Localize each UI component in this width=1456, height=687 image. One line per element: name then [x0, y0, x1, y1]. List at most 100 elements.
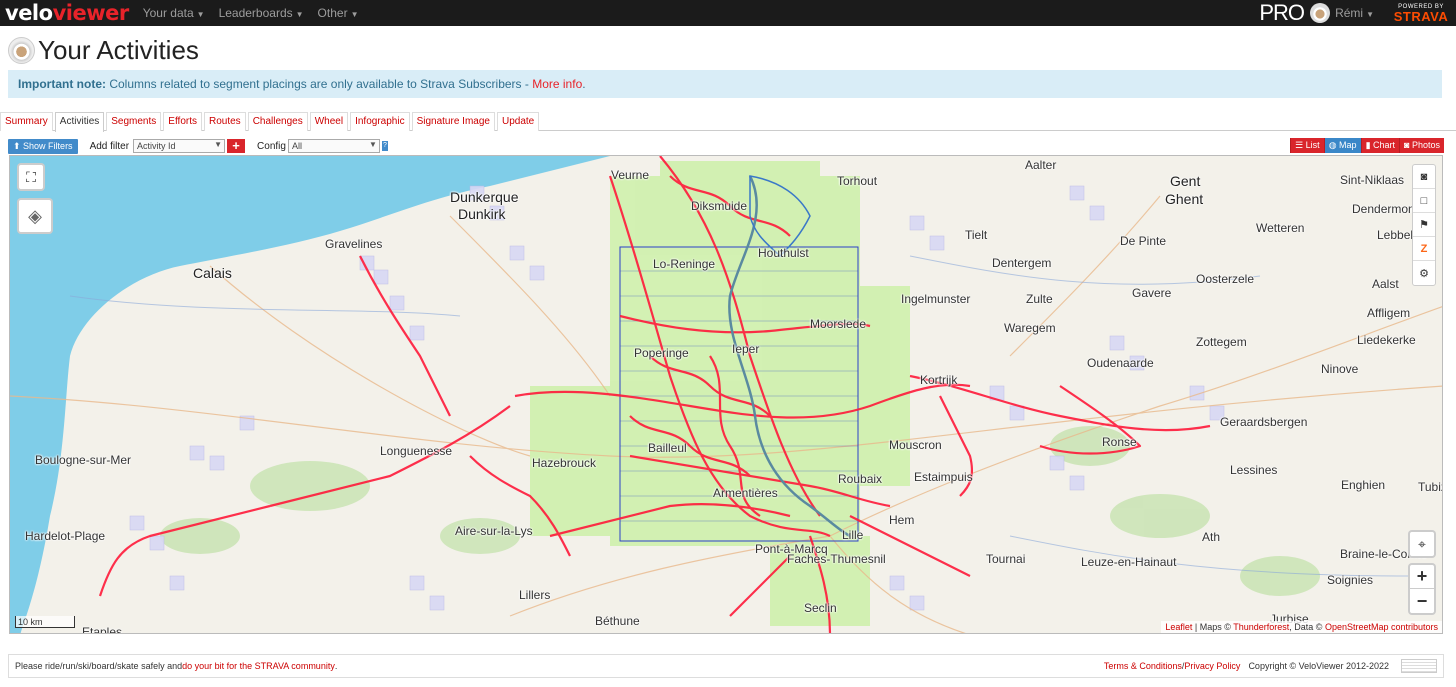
place-label: Diksmuide [691, 199, 748, 213]
settings-button[interactable]: ⚙ [1413, 261, 1435, 285]
place-label: Calais [193, 265, 232, 281]
place-label: De Pinte [1120, 234, 1167, 248]
place-label: Veurne [611, 168, 650, 182]
page-title: Your Activities [38, 35, 199, 65]
tab-challenges[interactable]: Challenges [247, 112, 308, 131]
tab-summary[interactable]: Summary [0, 112, 53, 131]
place-label: Oudenaarde [1087, 356, 1154, 370]
layers-button[interactable]: ◈ [17, 198, 53, 234]
tab-activities[interactable]: Activities [54, 112, 105, 132]
camera-icon: ◙ [1404, 140, 1412, 150]
place-label: Soignies [1327, 573, 1374, 587]
chevron-down-icon: ▼ [1366, 10, 1374, 19]
place-label: Gravelines [325, 237, 383, 251]
place-label: Ghent [1165, 191, 1204, 207]
thunderforest-link[interactable]: Thunderforest [1233, 622, 1289, 632]
veloviewer-logo[interactable]: veloviewer [5, 0, 129, 26]
locate-icon: ⌖ [1418, 535, 1426, 552]
layers-icon: ◈ [28, 205, 42, 226]
privacy-link[interactable]: Privacy Policy [1184, 661, 1240, 671]
place-label: Béthune [595, 614, 640, 628]
view-switcher: ☰ List ◍ Map ▮ Chart ◙ Photos [1290, 138, 1444, 153]
tab-wheel[interactable]: Wheel [309, 112, 349, 131]
add-filter-select[interactable]: Activity Id ▼ [133, 139, 226, 153]
leaflet-link[interactable]: Leaflet [1165, 622, 1192, 632]
place-label: Boulogne-sur-Mer [35, 453, 132, 467]
gear-icon: ⚙ [1419, 267, 1429, 280]
page-footer: Please ride/run/ski/board/skate safely a… [8, 654, 1444, 678]
tab-signature-image[interactable]: Signature Image [411, 112, 495, 131]
add-filter-label: Add filter [89, 140, 130, 152]
place-label: Aire-sur-la-Lys [455, 524, 533, 538]
user-avatar[interactable] [1310, 3, 1331, 23]
place-label: Etaples [82, 625, 123, 634]
top-navbar: veloviewer Your data ▼ Leaderboards ▼ Othe… [0, 0, 1456, 26]
screenshot-button[interactable]: ◙ [1413, 165, 1435, 189]
important-note: Important note: Columns related to segme… [8, 70, 1442, 98]
osm-link[interactable]: OpenStreetMap contributors [1325, 622, 1438, 632]
view-chart-button[interactable]: ▮ Chart [1360, 138, 1400, 153]
bar-chart-icon: ▮ [1365, 140, 1374, 150]
avatar [8, 37, 35, 64]
page-header: Your Activities [8, 35, 199, 66]
map-scale: 10 km [15, 616, 75, 628]
place-label: Tubize [1418, 480, 1442, 494]
config-select[interactable]: All ▼ [287, 139, 380, 153]
place-label: Tielt [965, 228, 988, 242]
show-filters-button[interactable]: ⬆ Show Filters [8, 138, 78, 154]
view-map-button[interactable]: ◍ Map [1323, 138, 1361, 153]
square-button[interactable]: □ [1413, 189, 1435, 213]
activity-map[interactable]: Aalter Veurne Torhout Gent Ghent Sint-Ni… [9, 155, 1443, 634]
place-label: Lessines [1230, 463, 1278, 477]
place-label: Wetteren [1256, 221, 1305, 235]
place-label: Ieper [732, 342, 760, 356]
tab-efforts[interactable]: Efforts [163, 112, 202, 131]
place-label: Hazebrouck [532, 456, 597, 470]
place-label: Hem [889, 513, 915, 527]
strava-community-link[interactable]: do your bit for the STRAVA community [182, 661, 335, 671]
powered-by-strava[interactable]: POWERED BY STRAVA [1392, 4, 1450, 23]
tab-routes[interactable]: Routes [204, 112, 246, 131]
place-label: Houthulst [758, 246, 809, 260]
place-label: Waregem [1004, 321, 1056, 335]
tab-segments[interactable]: Segments [106, 112, 162, 131]
globe-icon: ◍ [1328, 140, 1340, 150]
place-label: Oosterzele [1196, 272, 1255, 286]
nav-leaderboards[interactable]: Leaderboards ▼ [219, 6, 304, 20]
fullscreen-icon: ⛶ [26, 168, 36, 185]
add-filter-button[interactable]: + [227, 139, 246, 153]
locate-button[interactable]: ⌖ [1408, 530, 1436, 558]
place-label: Seclin [804, 601, 837, 615]
zoom-out-button[interactable]: − [1410, 589, 1434, 614]
place-label: Mouscron [889, 438, 942, 452]
help-button[interactable]: ? [381, 141, 388, 151]
view-photos-button[interactable]: ◙ Photos [1399, 138, 1444, 153]
place-label: Moorslede [810, 317, 867, 331]
map-attribution: Leaflet | Maps © Thunderforest, Data © O… [1161, 621, 1442, 633]
place-label: Roubaix [838, 472, 883, 486]
user-menu[interactable]: Rémi ▼ [1335, 6, 1374, 20]
place-label: Aalst [1372, 277, 1399, 291]
tab-update[interactable]: Update [496, 112, 540, 131]
zoom-in-button[interactable]: + [1410, 564, 1434, 589]
more-info-link[interactable]: More info [532, 77, 582, 91]
copyright: Copyright © VeloViewer 2012-2022 [1248, 661, 1389, 671]
flag-button[interactable]: ⚑ [1413, 213, 1435, 237]
nav-your-data[interactable]: Your data ▼ [143, 6, 205, 20]
place-label: Lo-Reninge [653, 257, 716, 271]
place-label: Lillers [519, 588, 551, 602]
fullscreen-button[interactable]: ⛶ [17, 163, 45, 191]
place-label: Leuze-en-Hainaut [1081, 555, 1177, 569]
pro-badge: PRO [1259, 0, 1305, 25]
view-list-button[interactable]: ☰ List [1290, 138, 1324, 153]
terms-link[interactable]: Terms & Conditions [1104, 661, 1182, 671]
footer-logo [1401, 659, 1437, 673]
place-label: Ath [1202, 530, 1221, 544]
tab-infographic[interactable]: Infographic [350, 112, 410, 131]
chevron-down-icon: ▼ [196, 10, 205, 19]
zwift-button[interactable]: Z [1413, 237, 1435, 261]
place-label: Kortrijk [920, 373, 958, 387]
filter-bar: ⬆ Show Filters Add filter Activity Id ▼ +… [8, 138, 1444, 154]
nav-other[interactable]: Other ▼ [318, 6, 359, 20]
place-label: Gent [1170, 173, 1201, 189]
